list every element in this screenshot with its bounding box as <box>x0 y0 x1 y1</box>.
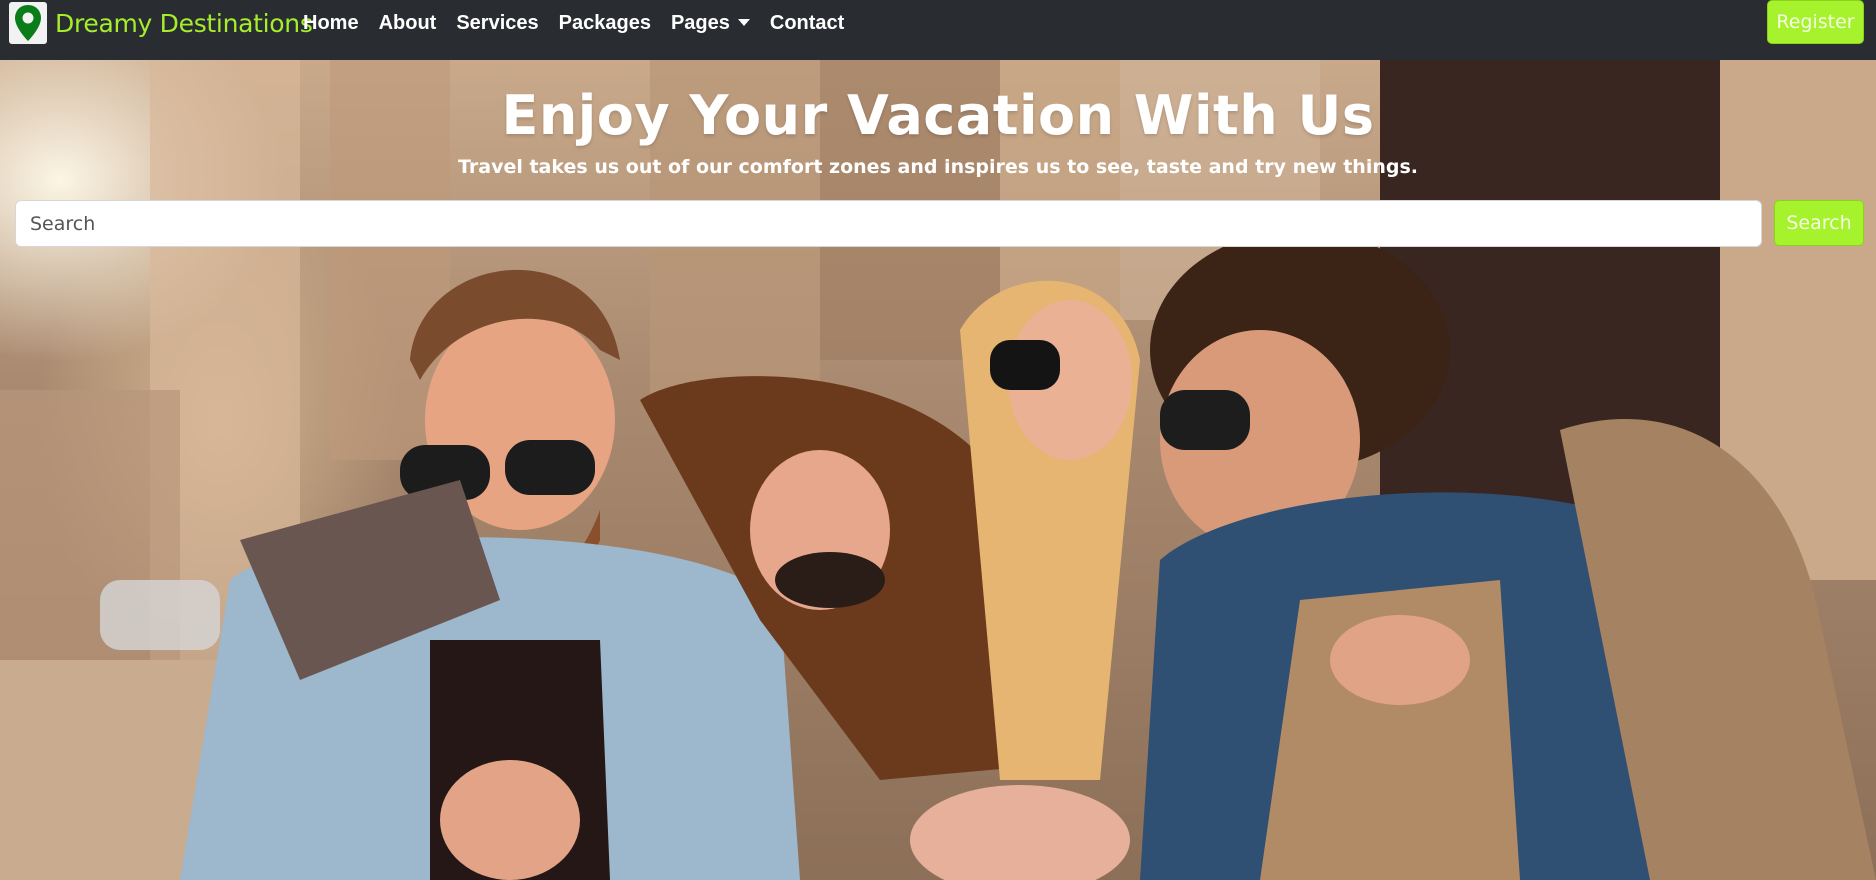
nav-item-home[interactable]: Home <box>303 12 359 35</box>
nav-item-packages[interactable]: Packages <box>559 12 651 35</box>
brand-name: Dreamy Destinations <box>55 8 313 38</box>
brand[interactable]: Dreamy Destinations <box>9 2 313 44</box>
hero-background-image <box>0 60 1876 880</box>
nav-label: Pages <box>670 11 730 34</box>
nav-item-contact[interactable]: Contact <box>770 12 844 35</box>
hero-section: Enjoy Your Vacation With Us Travel takes… <box>0 60 1876 880</box>
hero-title: Enjoy Your Vacation With Us <box>501 84 1375 147</box>
search-input[interactable] <box>15 200 1762 247</box>
register-button[interactable]: Register <box>1767 0 1864 44</box>
nav-item-pages-dropdown[interactable]: Pages <box>671 12 750 35</box>
nav-label: Services <box>456 11 539 34</box>
caret-down-icon <box>737 18 750 26</box>
nav-label: About <box>378 11 437 34</box>
navbar: Dreamy Destinations Home About Services … <box>0 0 1876 60</box>
nav-label: Contact <box>769 11 845 34</box>
nav-label: Packages <box>558 11 651 34</box>
search-button[interactable]: Search <box>1774 200 1864 246</box>
nav-item-about[interactable]: About <box>379 12 437 35</box>
nav-item-services[interactable]: Services <box>456 12 538 35</box>
nav-label: Home <box>303 11 359 34</box>
map-pin-icon <box>9 2 47 44</box>
hero-subtitle: Travel takes us out of our comfort zones… <box>458 156 1418 178</box>
nav-links: Home About Services Packages Pages Conta… <box>303 0 864 46</box>
